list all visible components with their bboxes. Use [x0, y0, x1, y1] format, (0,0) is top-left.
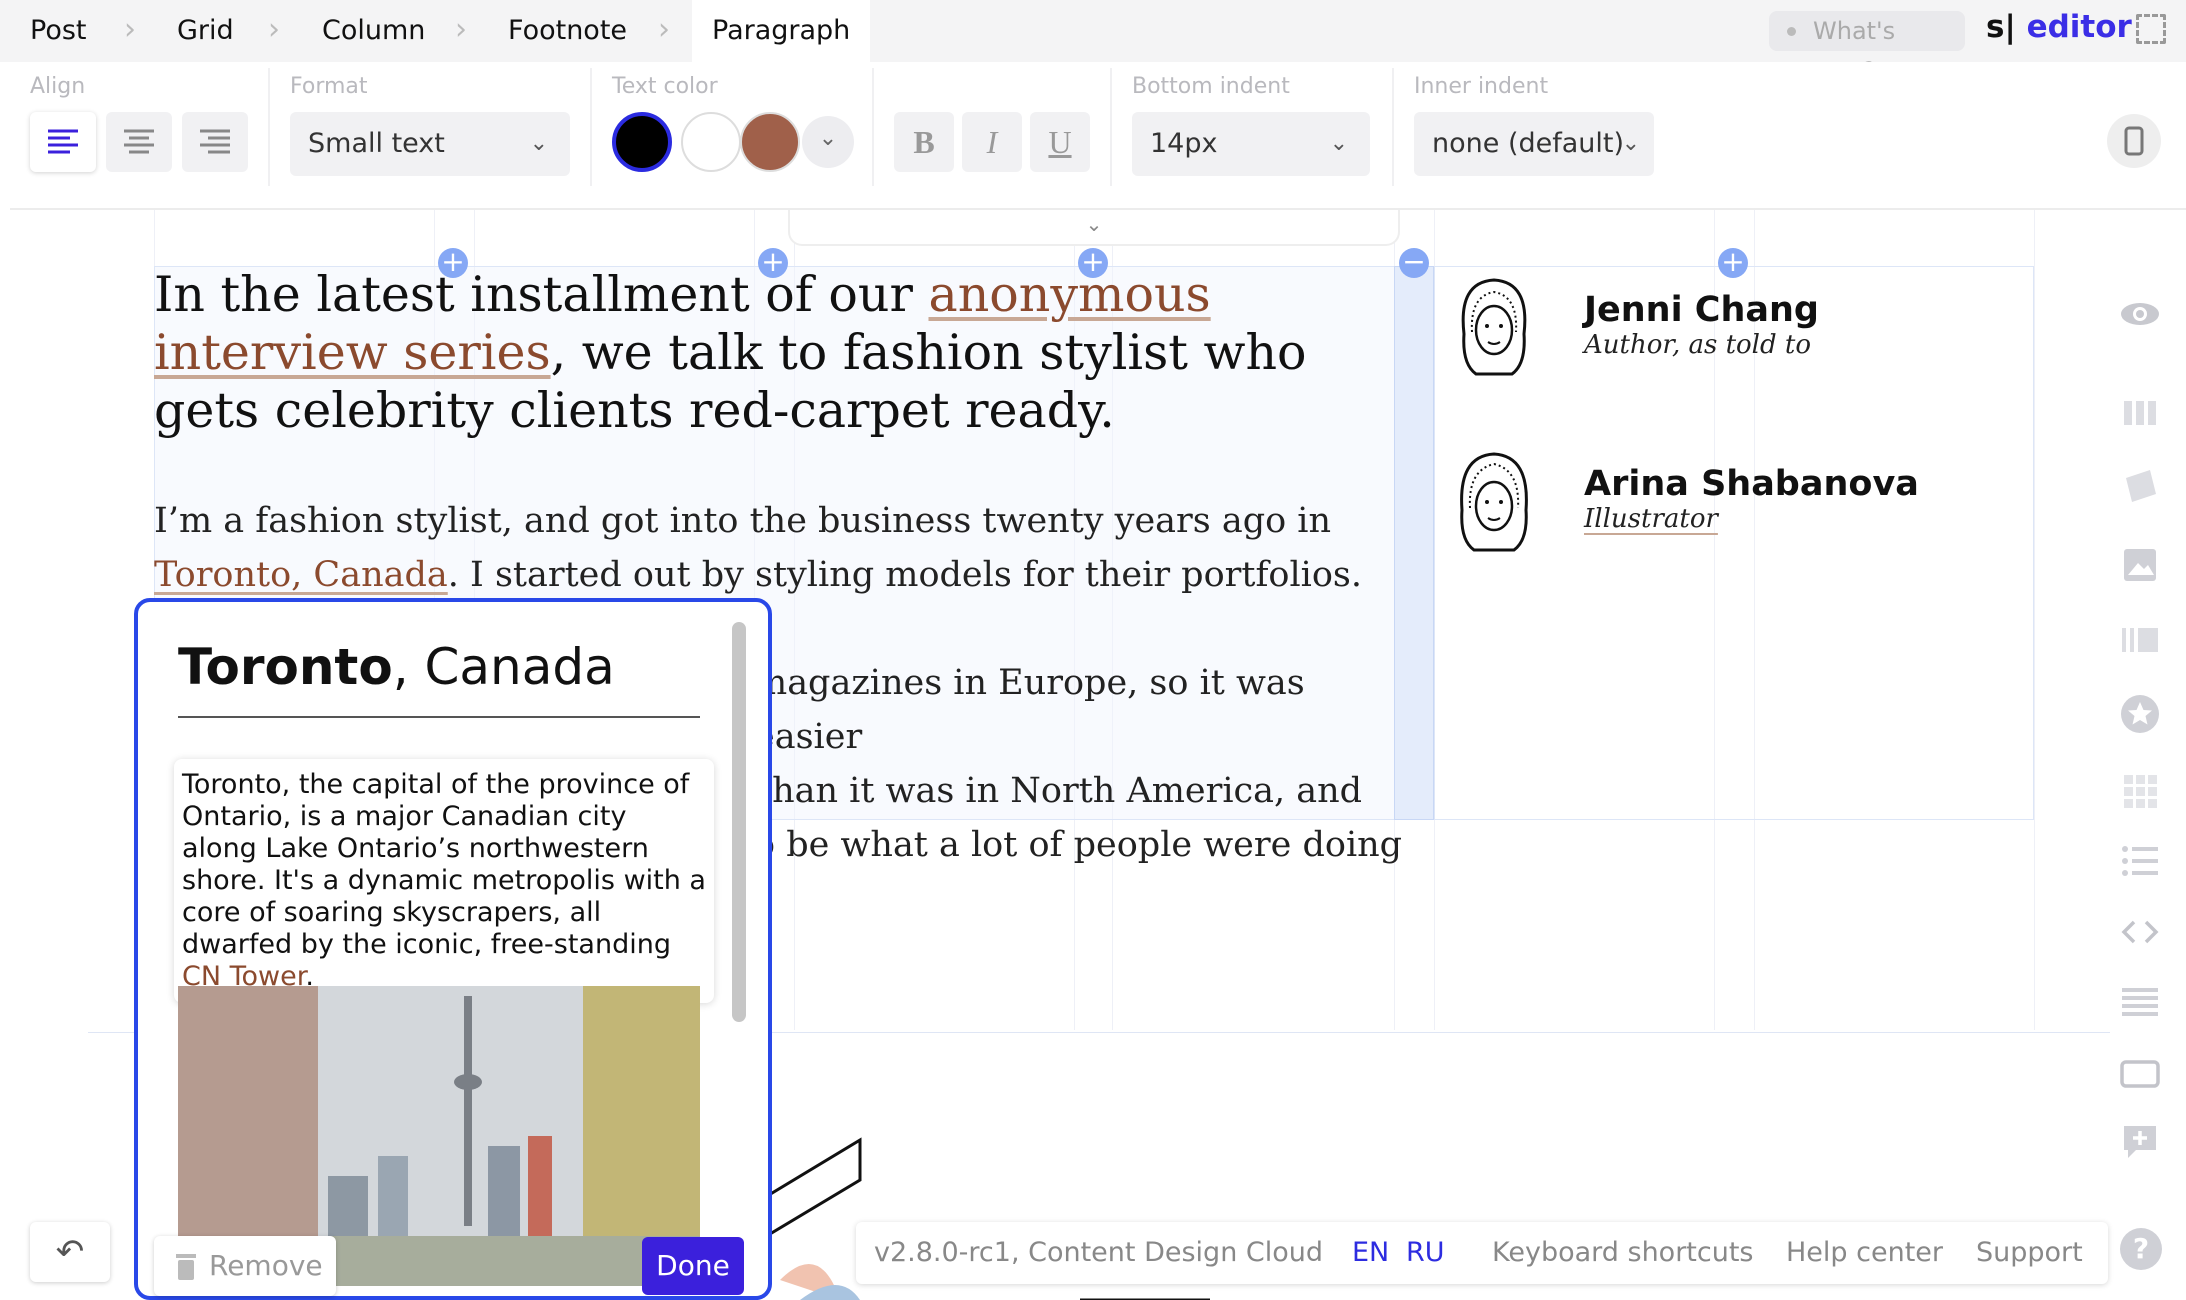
- gallery-icon[interactable]: [2120, 620, 2160, 660]
- mobile-preview-button[interactable]: [2107, 114, 2161, 168]
- chevron-down-icon: ⌄: [529, 131, 548, 156]
- popover-title: Toronto, Canada: [178, 638, 615, 696]
- chevron-down-icon: ⌄: [1621, 131, 1640, 156]
- breadcrumb-column[interactable]: Column: [322, 0, 425, 62]
- author-role: Author, as told to: [1584, 330, 1812, 360]
- list-icon[interactable]: [2120, 841, 2160, 881]
- whats-new-button[interactable]: What's new?: [1769, 11, 1965, 85]
- underline-button[interactable]: U: [1030, 112, 1090, 172]
- inner-indent-value: none (default): [1432, 128, 1625, 159]
- align-center-icon: [124, 129, 154, 154]
- bottom-indent-value: 14px: [1150, 128, 1218, 159]
- illustrator-avatar: [1460, 452, 1528, 552]
- code-icon[interactable]: [2120, 912, 2160, 952]
- format-value: Small text: [308, 128, 445, 159]
- logo: s| editor: [1986, 9, 2132, 45]
- color-black-swatch[interactable]: [612, 112, 672, 172]
- lang-en-link[interactable]: EN: [1352, 1222, 1389, 1284]
- lang-ru-link[interactable]: RU: [1406, 1222, 1445, 1284]
- text-block-icon[interactable]: [2120, 982, 2160, 1022]
- help-center-link[interactable]: Help center: [1786, 1222, 1943, 1284]
- text-color-label: Text color: [612, 74, 718, 99]
- grid-icon[interactable]: [2120, 771, 2160, 811]
- align-left-button[interactable]: [30, 112, 96, 172]
- support-link[interactable]: Support: [1976, 1222, 2083, 1284]
- illustrator-name: Arina Shabanova: [1584, 464, 1919, 504]
- align-right-button[interactable]: [182, 112, 248, 172]
- footer-bar: v2.8.0-rc1, Content Design Cloud EN RU K…: [856, 1222, 2108, 1284]
- author-name: Jenni Chang: [1584, 290, 1819, 330]
- chevron-right-icon: ›: [658, 12, 670, 47]
- footnote-popover: Toronto, Canada Toronto, the capital of …: [134, 598, 772, 1300]
- chevron-right-icon: ›: [268, 12, 280, 47]
- columns-icon[interactable]: [2120, 393, 2160, 433]
- illustrator-role-link[interactable]: Illustrator: [1584, 504, 1718, 534]
- author-avatar: [1461, 278, 1527, 376]
- undo-icon: ↶: [55, 1232, 85, 1272]
- remove-label: Remove: [209, 1249, 323, 1282]
- popover-divider: [178, 716, 700, 718]
- breadcrumb-paragraph[interactable]: Paragraph: [692, 0, 871, 62]
- color-white-swatch[interactable]: [681, 112, 741, 172]
- keyboard-shortcuts-link[interactable]: Keyboard shortcuts: [1492, 1222, 1754, 1284]
- toronto-link[interactable]: Toronto, Canada: [154, 555, 448, 595]
- version-text: v2.8.0-rc1, Content Design Cloud: [874, 1237, 1324, 1268]
- body-line: I’m a fashion stylist, and got into the …: [154, 501, 1332, 541]
- align-center-button[interactable]: [106, 112, 172, 172]
- frame-icon[interactable]: [2120, 1054, 2160, 1094]
- breadcrumb-footnote[interactable]: Footnote: [508, 0, 627, 62]
- breadcrumb-grid[interactable]: Grid: [177, 0, 234, 62]
- bold-button[interactable]: B: [894, 112, 954, 172]
- card-icon[interactable]: [2120, 466, 2160, 506]
- popover-description[interactable]: Toronto, the capital of the province of …: [174, 759, 714, 1003]
- add-column-button[interactable]: +: [1718, 248, 1748, 278]
- bottom-indent-label: Bottom indent: [1132, 74, 1290, 99]
- chevron-right-icon: ›: [124, 12, 136, 47]
- image-icon[interactable]: [2120, 545, 2160, 585]
- italic-button[interactable]: I: [962, 112, 1022, 172]
- article-heading[interactable]: In the latest installment of our anonymo…: [154, 266, 1404, 440]
- bottom-indent-select[interactable]: 14px ⌄: [1132, 112, 1370, 176]
- star-icon[interactable]: [2120, 694, 2160, 734]
- align-label: Align: [30, 74, 86, 99]
- align-left-icon: [48, 129, 78, 154]
- color-brown-swatch[interactable]: [740, 112, 800, 172]
- collapse-toolbar-handle[interactable]: ⌄: [788, 210, 1400, 246]
- mobile-icon: [2124, 126, 2144, 156]
- chevron-right-icon: ›: [455, 12, 467, 47]
- chevron-down-icon: ⌄: [1329, 131, 1348, 156]
- remove-button[interactable]: Remove: [154, 1236, 336, 1296]
- breadcrumb-post[interactable]: Post: [30, 0, 87, 62]
- format-label: Format: [290, 74, 368, 99]
- popover-scrollbar[interactable]: [732, 622, 746, 1022]
- undo-button[interactable]: ↶: [30, 1222, 110, 1282]
- inner-indent-select[interactable]: none (default) ⌄: [1414, 112, 1654, 176]
- help-icon[interactable]: ?: [2120, 1228, 2162, 1270]
- inner-indent-label: Inner indent: [1414, 74, 1549, 99]
- fullscreen-icon[interactable]: [2136, 14, 2166, 44]
- paragraph-toolbar: Align Format Small text ⌄ Text color ⌄ B …: [10, 62, 2186, 210]
- add-comment-icon[interactable]: [2120, 1122, 2160, 1162]
- chevron-down-icon: ⌄: [1085, 212, 1103, 236]
- done-button[interactable]: Done: [642, 1237, 744, 1295]
- align-right-icon: [200, 129, 230, 154]
- trash-icon: [176, 1254, 196, 1280]
- format-select[interactable]: Small text ⌄: [290, 112, 570, 176]
- top-bar: Post › Grid › Column › Footnote › Paragr…: [0, 0, 2186, 85]
- eye-icon[interactable]: [2120, 294, 2160, 334]
- more-colors-chevron-icon[interactable]: ⌄: [802, 116, 854, 168]
